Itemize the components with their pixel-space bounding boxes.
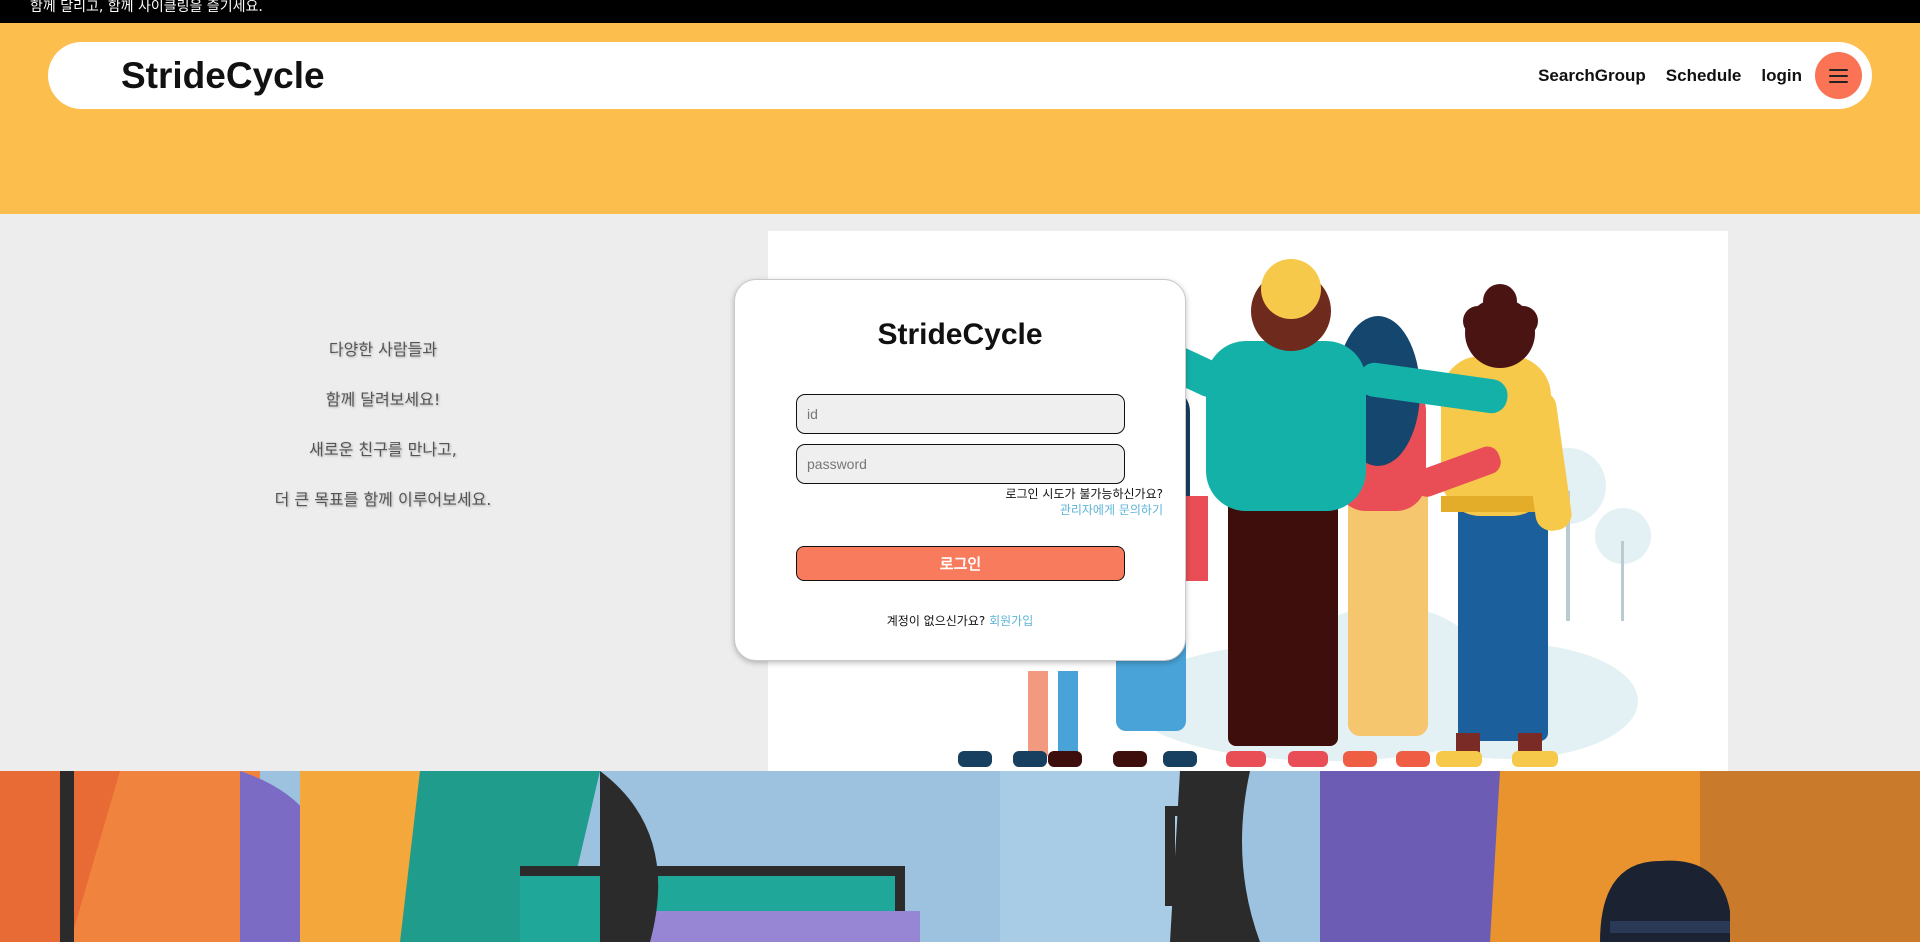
- login-card: StrideCycle 로그인 시도가 불가능하신가요? 관리자에게 문의하기 …: [734, 279, 1186, 661]
- signup-prompt: 계정이 없으신가요? 회원가입: [735, 612, 1185, 629]
- hamburger-icon-line: [1829, 74, 1848, 77]
- slogan-line: 다양한 사람들과: [328, 340, 438, 359]
- announcement-text: 함께 달리고, 함께 사이클링을 즐기세요.: [30, 0, 263, 15]
- nav-link-search-group[interactable]: SearchGroup: [1538, 66, 1646, 86]
- nav-link-schedule[interactable]: Schedule: [1666, 66, 1742, 86]
- login-title: StrideCycle: [877, 318, 1043, 351]
- menu-button[interactable]: [1815, 52, 1862, 99]
- main-content: 다양한 사람들과 함께 달려보세요! 새로운 친구를 만나고, 더 큰 목표를 …: [0, 214, 1920, 771]
- nav-links: SearchGroup Schedule login: [1538, 52, 1862, 99]
- id-input[interactable]: [796, 394, 1125, 434]
- slogan-line: 함께 달려보세요!: [325, 390, 441, 409]
- brand-logo[interactable]: StrideCycle: [121, 56, 325, 96]
- slogan-line: 새로운 친구를 만나고,: [309, 440, 457, 459]
- login-help-text: 로그인 시도가 불가능하신가요?: [1005, 487, 1163, 501]
- login-help: 로그인 시도가 불가능하신가요? 관리자에게 문의하기: [1005, 486, 1163, 518]
- hamburger-icon-line: [1829, 80, 1848, 83]
- contact-admin-link[interactable]: 관리자에게 문의하기: [1005, 502, 1163, 518]
- nav-link-login[interactable]: login: [1761, 66, 1802, 86]
- signup-link[interactable]: 회원가입: [989, 614, 1033, 628]
- navbar: StrideCycle SearchGroup Schedule login: [48, 42, 1872, 109]
- cyclist-mural-banner: [0, 771, 1920, 942]
- slogan-line: 더 큰 목표를 함께 이루어보세요.: [274, 490, 492, 509]
- login-button[interactable]: 로그인: [796, 546, 1125, 581]
- top-announcement-bar: 함께 달리고, 함께 사이클링을 즐기세요.: [0, 0, 1920, 23]
- hamburger-icon: [1829, 68, 1848, 71]
- mural-banner-image: [0, 771, 1920, 942]
- slogan: 다양한 사람들과 함께 달려보세요! 새로운 친구를 만나고, 더 큰 목표를 …: [183, 340, 583, 540]
- signup-text: 계정이 없으신가요?: [886, 614, 986, 628]
- password-input[interactable]: [796, 444, 1125, 484]
